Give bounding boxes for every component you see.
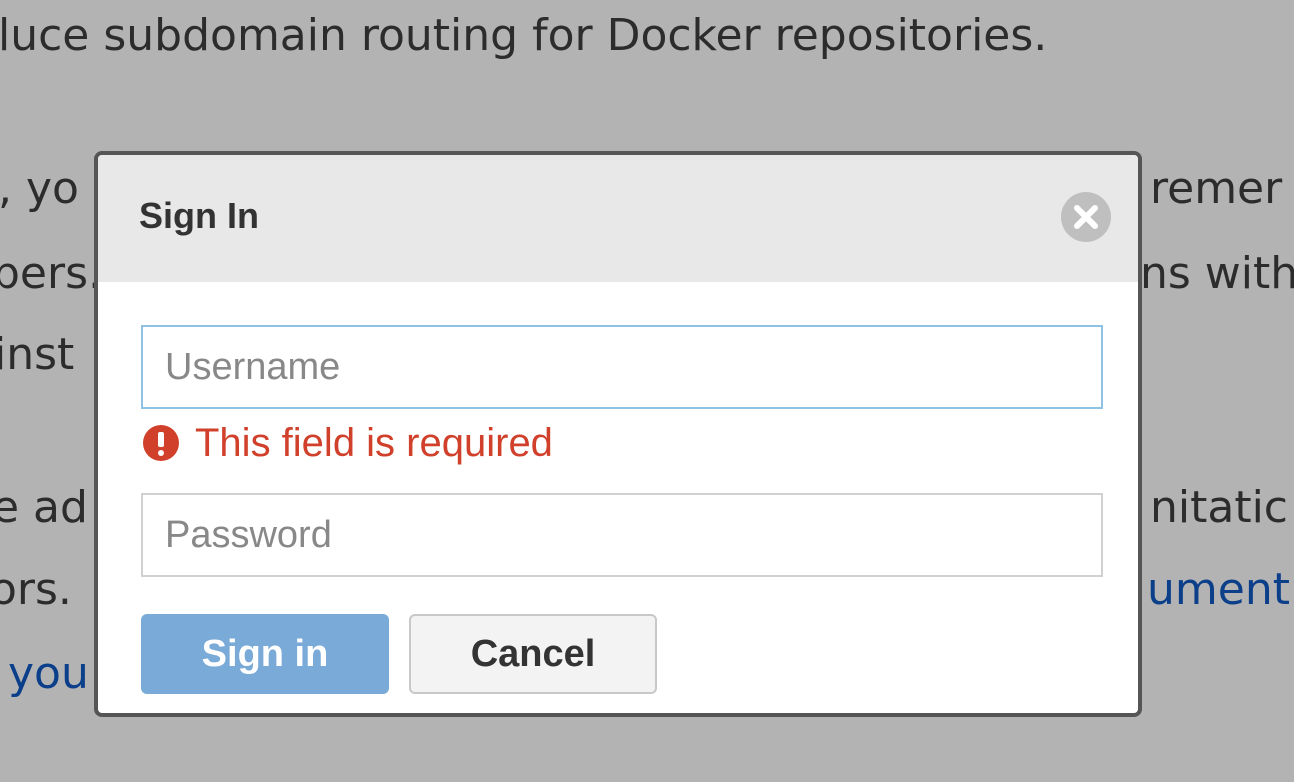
bg-text-line-1: luce subdomain routing for Docker reposi… bbox=[0, 10, 1048, 61]
bg-text-left-2: pers. bbox=[0, 248, 102, 299]
bg-text-left-1: , yo bbox=[0, 163, 79, 214]
bg-text-right-2: ns with bbox=[1140, 248, 1294, 299]
bg-text-right-4: nitatic bbox=[1150, 482, 1288, 533]
cancel-button[interactable]: Cancel bbox=[409, 614, 657, 694]
error-message: This field is required bbox=[195, 420, 553, 465]
username-input[interactable] bbox=[141, 325, 1103, 409]
dialog-title: Sign In bbox=[139, 195, 259, 236]
bg-link-left[interactable]: you bbox=[8, 648, 89, 700]
bg-text-right-1: remer bbox=[1150, 163, 1283, 214]
bg-text-left-4: e ad bbox=[0, 482, 88, 533]
bg-text-left-5: ors. bbox=[0, 564, 72, 615]
bg-link-documentation[interactable]: ument bbox=[1147, 564, 1290, 616]
password-input[interactable] bbox=[141, 493, 1103, 577]
sign-in-dialog: Sign In This field is required Sign in C… bbox=[94, 151, 1142, 717]
exclamation-circle-icon bbox=[143, 425, 179, 461]
close-icon bbox=[1074, 205, 1098, 229]
dialog-header: Sign In bbox=[98, 155, 1138, 282]
username-error: This field is required bbox=[143, 418, 553, 468]
close-button[interactable] bbox=[1061, 192, 1111, 242]
sign-in-button[interactable]: Sign in bbox=[141, 614, 389, 694]
bg-text-left-3: inst bbox=[0, 329, 75, 380]
